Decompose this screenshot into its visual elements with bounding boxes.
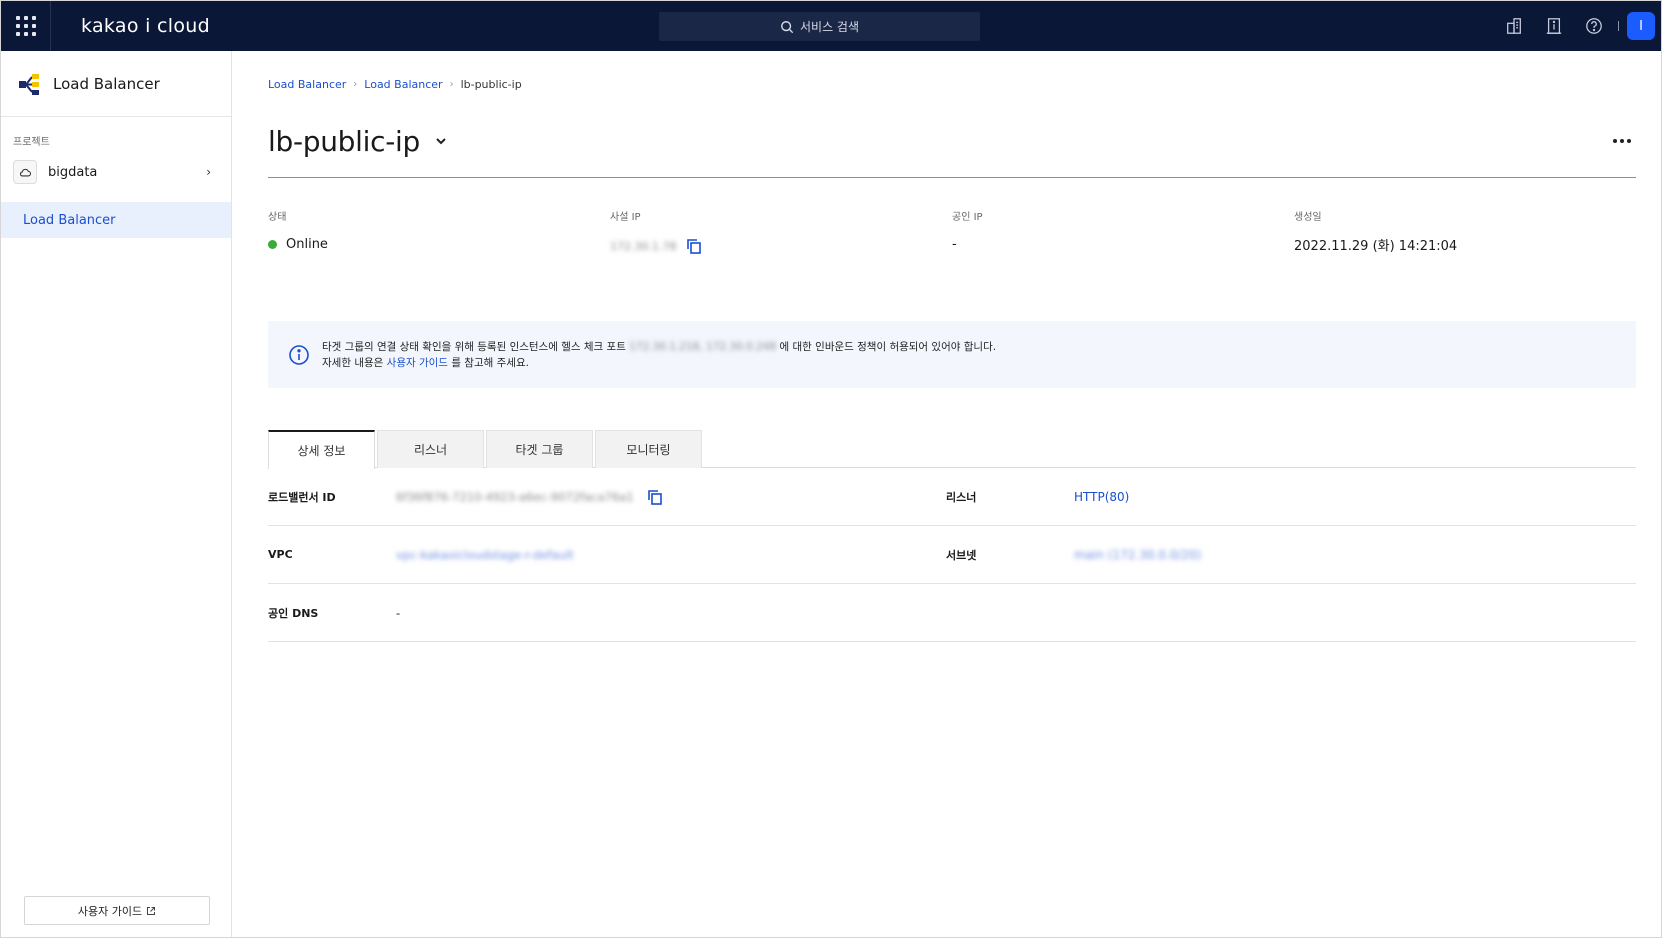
help-button[interactable] xyxy=(1574,1,1614,51)
notice-button[interactable] xyxy=(1534,1,1574,51)
private-ip-field: 사설 IP 172.30.1.78 xyxy=(610,208,952,255)
listener-label: 리스너 xyxy=(946,490,977,504)
info-icon xyxy=(289,344,309,365)
tab-listener[interactable]: 리스너 xyxy=(377,430,484,468)
chevron-right-icon: › xyxy=(353,79,358,90)
load-balancer-icon xyxy=(19,73,39,95)
tab-target-group[interactable]: 타겟 그룹 xyxy=(486,430,593,468)
sidebar: Load Balancer 프로젝트 bigdata › Load Balanc… xyxy=(1,51,232,937)
public-dns-value: - xyxy=(396,605,401,620)
app-launcher-button[interactable] xyxy=(1,1,51,51)
public-dns-label: 공인 DNS xyxy=(268,606,319,620)
more-options-button[interactable] xyxy=(1608,127,1636,155)
breadcrumb-link[interactable]: Load Balancer xyxy=(268,78,346,91)
status-label: 상태 xyxy=(268,212,287,223)
building-icon xyxy=(1507,18,1521,34)
detail-row: 공인 DNS - xyxy=(268,584,1636,642)
public-ip-label: 공인 IP xyxy=(952,212,983,223)
tab-details[interactable]: 상세 정보 xyxy=(268,430,375,469)
status-value: Online xyxy=(286,236,328,252)
user-guide-label: 사용자 가이드 xyxy=(77,904,143,918)
user-guide-button[interactable]: 사용자 가이드 xyxy=(24,896,210,925)
status-field: 상태 Online xyxy=(268,208,610,255)
copy-icon[interactable] xyxy=(685,237,703,255)
help-icon xyxy=(1586,18,1602,34)
listener-link[interactable]: HTTP(80) xyxy=(1074,490,1129,504)
vpc-link[interactable]: vpc-kakaoicloudstage-r-default xyxy=(396,548,574,562)
detail-row: VPC vpc-kakaoicloudstage-r-default 서브넷 m… xyxy=(268,526,1636,584)
summary-panel: 상태 Online 사설 IP 172.30.1.78 공인 IP - 생성일 … xyxy=(268,208,1636,255)
notice-text: 타겟 그룹의 연결 상태 확인을 위해 등록된 인스턴스에 헬스 체크 포트 1… xyxy=(322,339,996,371)
notice-line1-suffix: 에 대한 인바운드 정책이 허용되어 있어야 합니다. xyxy=(779,340,997,353)
tab-bar: 상세 정보 리스너 타겟 그룹 모니터링 xyxy=(268,430,1636,469)
main-content: Load Balancer › Load Balancer › lb-publi… xyxy=(268,51,1636,642)
detail-row: 로드밸런서 ID 6f36f876-7210-4923-a6ec-9072fac… xyxy=(268,468,1636,526)
project-name: bigdata xyxy=(48,164,98,180)
divider xyxy=(1618,21,1619,31)
breadcrumb-current: lb-public-ip xyxy=(460,78,522,91)
public-ip-field: 공인 IP - xyxy=(952,208,1294,255)
search-icon xyxy=(781,20,794,33)
divider xyxy=(268,177,1636,178)
project-section-label: 프로젝트 xyxy=(13,137,50,148)
created-value: 2022.11.29 (화) 14:21:04 xyxy=(1294,238,1458,254)
created-field: 생성일 2022.11.29 (화) 14:21:04 xyxy=(1294,208,1636,255)
lb-id-label: 로드밸런서 ID xyxy=(268,490,336,504)
external-link-icon xyxy=(147,906,156,915)
notice-line2-prefix: 자세한 내용은 xyxy=(322,356,384,369)
subnet-label: 서브넷 xyxy=(946,548,977,562)
search-placeholder: 서비스 검색 xyxy=(799,20,859,34)
page-title: lb-public-ip xyxy=(268,124,420,158)
search-input[interactable]: 서비스 검색 xyxy=(659,12,980,41)
app-window: kakao i cloud 서비스 검색 I Load Balancer 프로젝… xyxy=(0,0,1662,938)
top-bar: kakao i cloud 서비스 검색 I xyxy=(1,1,1661,51)
private-ip-label: 사설 IP xyxy=(610,212,641,223)
chevron-right-icon: › xyxy=(449,79,454,90)
private-ip-value: 172.30.1.78 xyxy=(610,239,677,253)
chevron-down-icon[interactable] xyxy=(434,134,448,148)
chevron-right-icon: › xyxy=(206,165,211,179)
notice-ports: 172.30.1.218, 172.30.0.248 xyxy=(629,340,777,353)
sidebar-item-load-balancer[interactable]: Load Balancer xyxy=(1,202,231,238)
grid-icon xyxy=(15,16,36,36)
building-button[interactable] xyxy=(1494,1,1534,51)
project-selector[interactable]: bigdata › xyxy=(13,158,219,186)
info-notice: 타겟 그룹의 연결 상태 확인을 위해 등록된 인스턴스에 헬스 체크 포트 1… xyxy=(268,321,1636,388)
lb-id-value: 6f36f876-7210-4923-a6ec-9072faca76a1 xyxy=(396,489,634,504)
created-label: 생성일 xyxy=(1294,212,1322,223)
copy-icon[interactable] xyxy=(646,488,664,506)
sidebar-title: Load Balancer xyxy=(53,74,160,93)
breadcrumb: Load Balancer › Load Balancer › lb-publi… xyxy=(268,78,1636,91)
breadcrumb-link[interactable]: Load Balancer xyxy=(364,78,442,91)
notice-line1-prefix: 타겟 그룹의 연결 상태 확인을 위해 등록된 인스턴스에 헬스 체크 포트 xyxy=(322,340,626,353)
subnet-link[interactable]: main (172.30.0.0/20) xyxy=(1074,548,1201,562)
vpc-label: VPC xyxy=(268,548,293,561)
tab-monitoring[interactable]: 모니터링 xyxy=(595,430,702,468)
user-guide-link[interactable]: 사용자 가이드 xyxy=(387,357,448,369)
title-row: lb-public-ip xyxy=(268,121,1636,161)
info-board-icon xyxy=(1546,18,1562,34)
online-status-dot xyxy=(268,239,277,249)
sidebar-header: Load Balancer xyxy=(1,51,231,117)
public-ip-value: - xyxy=(952,236,957,252)
brand-logo[interactable]: kakao i cloud xyxy=(81,15,210,37)
cloud-icon xyxy=(13,160,37,184)
top-actions: I xyxy=(1494,1,1661,51)
notice-line2-suffix: 를 참고해 주세요. xyxy=(451,356,529,369)
user-avatar[interactable]: I xyxy=(1627,12,1655,40)
